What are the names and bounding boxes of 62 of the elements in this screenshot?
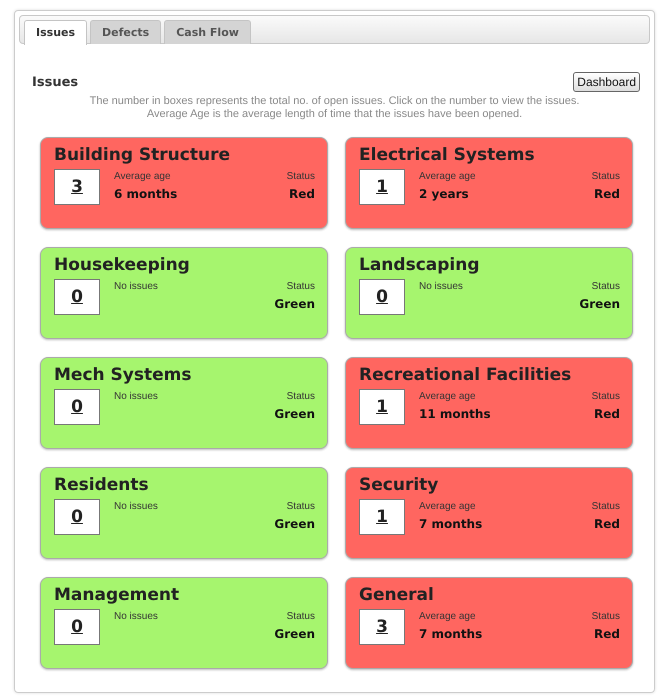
help-text: The number in boxes represents the total no. of open issues. Click on the number to view the issues. (88, 95, 580, 108)
card-title: Management (54, 585, 180, 605)
card-title: General (359, 585, 435, 605)
count-box[interactable]: 1 (359, 389, 405, 425)
age-label: No issues (114, 611, 159, 622)
card-title: Residents (54, 475, 150, 495)
status-label: Status (286, 501, 315, 512)
count-box[interactable]: 0 (54, 499, 100, 535)
help-text: Average Age is the average length of time that the issues have been opened. (146, 108, 524, 121)
card-title: Housekeeping (54, 255, 191, 275)
status-label: Status (592, 501, 620, 512)
status-value: Red (593, 517, 620, 531)
status-label: Status (592, 611, 620, 622)
age-label: Average age (419, 501, 477, 512)
age-label: No issues (419, 281, 464, 292)
age-label: No issues (114, 281, 159, 292)
age-label: Average age (114, 171, 172, 182)
age-value: 6 months (114, 187, 178, 201)
status-label: Status (286, 281, 315, 292)
card-title: Landscaping (359, 255, 481, 275)
card-title: Mech Systems (54, 365, 192, 385)
count-box[interactable]: 1 (359, 499, 405, 535)
status-label: Status (592, 171, 620, 182)
age-value: 7 months (419, 517, 484, 531)
tab[interactable]: Cash Flow (164, 20, 251, 44)
count-box[interactable]: 0 (54, 389, 100, 425)
card-title: Recreational Facilities (359, 365, 572, 385)
count-box[interactable]: 0 (359, 279, 405, 315)
status-value: Red (288, 187, 315, 201)
section-title: Issues (32, 74, 78, 90)
count-box[interactable]: 1 (359, 169, 405, 205)
age-label: Average age (419, 611, 477, 622)
status-value: Red (593, 187, 620, 201)
card-title: Security (359, 475, 440, 495)
age-label: Average age (419, 171, 477, 182)
age-label: No issues (114, 391, 159, 402)
age-label: No issues (114, 501, 159, 512)
status-value: Green (274, 297, 315, 311)
tab[interactable]: Defects (90, 20, 162, 44)
count-box[interactable]: 0 (54, 609, 100, 645)
count-box[interactable]: 3 (54, 169, 100, 205)
count-box[interactable]: 0 (54, 279, 100, 315)
status-label: Status (592, 391, 620, 402)
age-value: 7 months (419, 627, 484, 641)
status-label: Status (590, 281, 620, 292)
status-label: Status (286, 391, 315, 402)
status-value: Green (579, 297, 620, 311)
status-value: Red (593, 407, 620, 421)
age-value: 2 years (419, 187, 470, 201)
status-value: Green (274, 407, 315, 421)
status-label: Status (286, 171, 315, 182)
status-value: Green (274, 627, 315, 641)
count-box[interactable]: 3 (359, 609, 405, 645)
status-value: Green (274, 517, 315, 531)
tab[interactable]: Issues (24, 20, 88, 45)
card-title: Building Structure (54, 145, 231, 165)
status-label: Status (286, 611, 315, 622)
dashboard-button[interactable]: Dashboard (573, 72, 640, 92)
age-label: Average age (419, 391, 477, 402)
card-title: Electrical Systems (359, 145, 536, 165)
age-value: 11 months (419, 407, 492, 421)
status-value: Red (593, 627, 620, 641)
